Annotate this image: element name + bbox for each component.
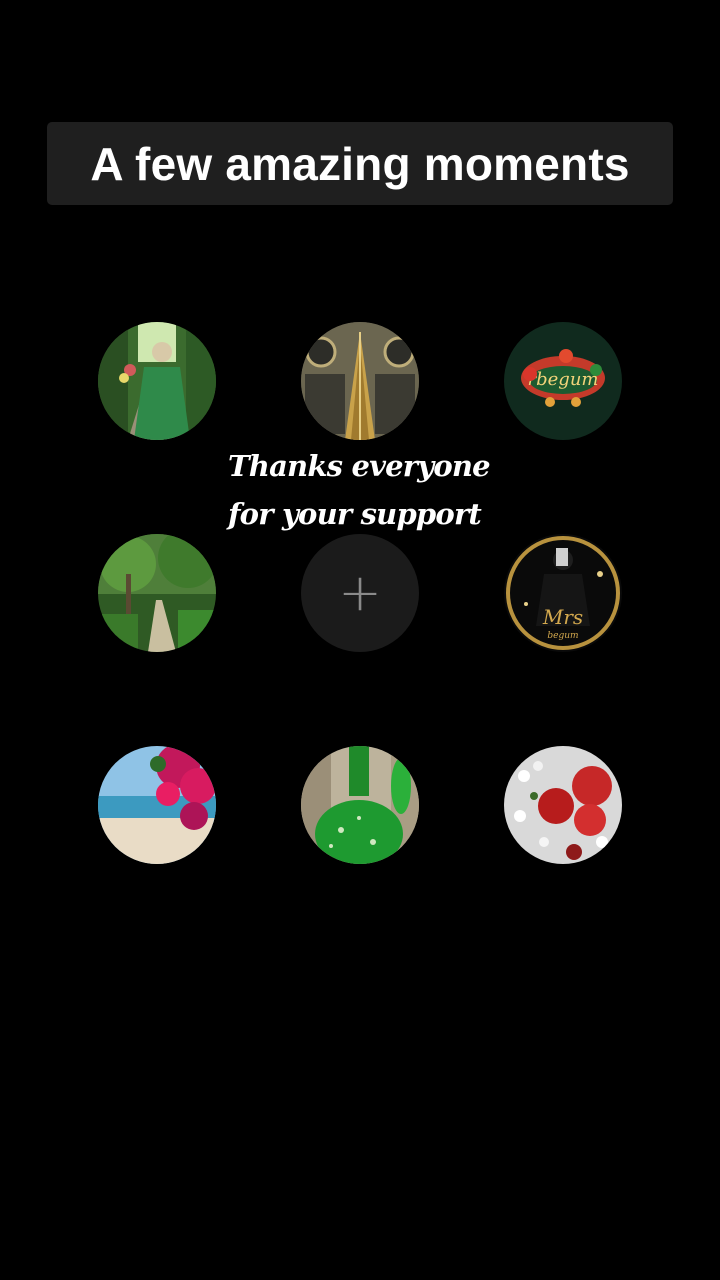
page-title: A few amazing moments (90, 137, 630, 190)
thanks-caption: Thanks everyone for your support (222, 442, 498, 538)
screen: A few amazing moments rbegum Thanks ever… (0, 0, 720, 1280)
moment-woman-green-dress-image (98, 322, 216, 440)
thanks-caption-line2: for your support (228, 497, 482, 531)
svg-text:rbegum: rbegum (528, 369, 599, 390)
moment-red-roses[interactable] (504, 746, 622, 864)
svg-text:begum: begum (547, 631, 578, 641)
moment-logo-badge-1[interactable]: rbegum (504, 322, 622, 440)
moment-beach-flowers[interactable] (98, 746, 216, 864)
moment-red-roses-image (504, 746, 622, 864)
plus-icon: + (338, 563, 382, 623)
moment-forest-path-image (98, 534, 216, 652)
title-banner: A few amazing moments (47, 122, 673, 205)
moment-woman-green-dress[interactable] (98, 322, 216, 440)
moment-logo-badge-2[interactable]: Mrs begum (504, 534, 622, 652)
moment-green-vase-image (301, 746, 419, 864)
thanks-caption-line1: Thanks everyone (228, 449, 491, 483)
moment-beach-flowers-image (98, 746, 216, 864)
moment-forest-path[interactable] (98, 534, 216, 652)
moment-kaaba-door[interactable] (301, 322, 419, 440)
moment-logo-badge-1-image: rbegum (504, 322, 622, 440)
moment-kaaba-door-image (301, 322, 419, 440)
moment-logo-badge-2-image: Mrs begum (504, 534, 622, 652)
add-moment-button[interactable]: + (301, 534, 419, 652)
moment-green-vase[interactable] (301, 746, 419, 864)
svg-text:Mrs: Mrs (542, 605, 583, 629)
